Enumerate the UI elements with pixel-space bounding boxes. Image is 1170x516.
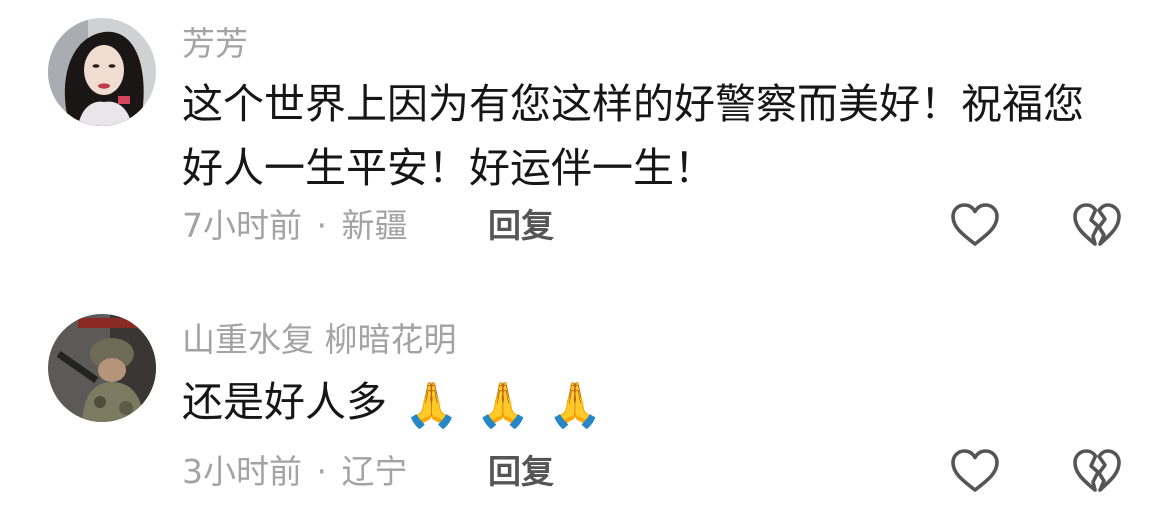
meta-separator: ·	[316, 452, 328, 491]
comment-meta: 7小时前 · 新疆	[182, 204, 408, 248]
soldier-photo-avatar-image	[48, 314, 156, 422]
comment-meta: 3小时前 · 辽宁	[182, 450, 408, 494]
broken-heart-icon[interactable]	[1072, 202, 1122, 248]
meta-separator: ·	[316, 206, 328, 245]
comment-item: 山重水复 柳暗花明 还是好人多 🙏 🙏 🙏 3小时前 · 辽宁 回复	[0, 260, 1170, 516]
comment-text-content: 这个世界上因为有您这样的好警察而美好！祝福您好人一生平安！好运伴一生！	[182, 80, 1084, 192]
avatar[interactable]	[48, 18, 156, 126]
reply-button[interactable]: 回复	[488, 450, 554, 494]
broken-heart-icon[interactable]	[1072, 448, 1122, 494]
comment-time: 3小时前	[182, 452, 302, 491]
heart-outline-icon[interactable]	[950, 448, 1000, 494]
avatar[interactable]	[48, 314, 156, 422]
woman-portrait-avatar-image	[48, 18, 156, 126]
comment-author[interactable]: 芳芳	[182, 22, 248, 66]
comment-author[interactable]: 山重水复 柳暗花明	[182, 318, 457, 362]
comment-text-content: 还是好人多	[182, 378, 387, 426]
comment-text: 还是好人多 🙏 🙏 🙏	[182, 370, 1112, 434]
comment-location: 辽宁	[341, 452, 408, 491]
folded-hands-emoji: 🙏	[404, 380, 459, 431]
comment-text: 这个世界上因为有您这样的好警察而美好！祝福您好人一生平安！好运伴一生！	[182, 72, 1112, 200]
comment-item: 芳芳 这个世界上因为有您这样的好警察而美好！祝福您好人一生平安！好运伴一生！ 7…	[0, 0, 1170, 260]
comment-location: 新疆	[341, 206, 408, 245]
folded-hands-emoji: 🙏	[475, 380, 531, 431]
reply-button[interactable]: 回复	[488, 204, 554, 248]
heart-outline-icon[interactable]	[950, 202, 1000, 248]
comment-time: 7小时前	[182, 206, 302, 245]
folded-hands-emoji: 🙏	[547, 380, 603, 431]
